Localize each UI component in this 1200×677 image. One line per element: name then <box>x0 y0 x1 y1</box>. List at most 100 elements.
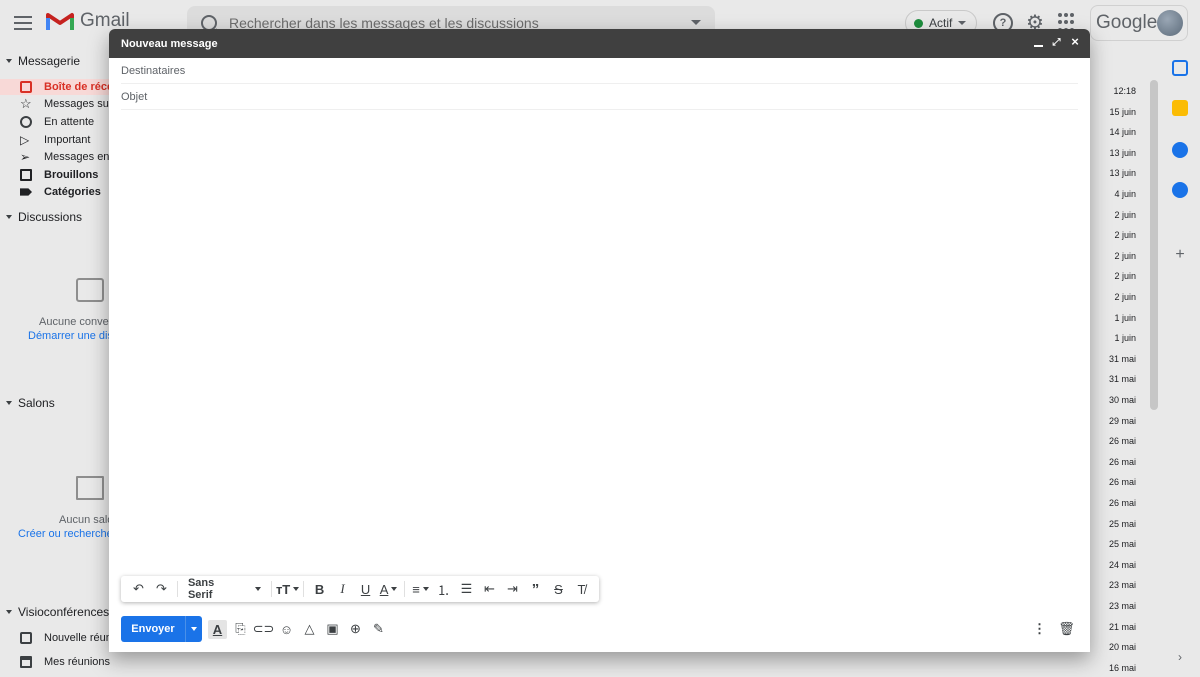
message-date: 2 juin <box>1114 230 1136 241</box>
nav-item-starred[interactable]: ☆ Messages sui <box>20 96 112 111</box>
message-date: 25 mai <box>1108 539 1136 550</box>
keep-app-icon[interactable] <box>1172 100 1188 116</box>
message-date: 21 mai <box>1108 621 1136 632</box>
send-options-button[interactable] <box>185 616 202 642</box>
indent-more-icon[interactable]: ⇥ <box>501 576 524 602</box>
section-rooms[interactable]: Salons <box>0 396 55 410</box>
italic-icon[interactable]: I <box>331 576 354 602</box>
section-mail[interactable]: Messagerie <box>0 54 80 68</box>
minimize-icon[interactable] <box>1034 38 1043 47</box>
calendar-app-icon[interactable] <box>1172 60 1188 76</box>
video-icon <box>20 632 32 644</box>
status-label: Actif <box>929 16 953 30</box>
start-chat-link[interactable]: Démarrer une dis <box>28 330 113 342</box>
section-meet[interactable]: Visioconférences <box>0 605 109 619</box>
text-color-icon[interactable]: A <box>377 576 400 602</box>
more-options-icon[interactable]: ⋮ <box>1030 619 1049 638</box>
chevron-right-icon[interactable]: › <box>1172 650 1188 666</box>
message-date: 26 mai <box>1108 456 1136 467</box>
message-date: 31 mai <box>1108 353 1136 364</box>
message-body[interactable] <box>121 113 1078 573</box>
message-date: 26 mai <box>1108 498 1136 508</box>
account-box[interactable]: Google <box>1090 5 1188 41</box>
align-icon[interactable]: ≡ <box>409 576 432 602</box>
star-icon: ☆ <box>20 96 32 111</box>
nav-item-new-meeting[interactable]: Nouvelle réuni <box>20 632 114 644</box>
chevron-down-icon <box>958 21 967 25</box>
rooms-empty-text: Aucun salo <box>59 514 114 526</box>
nav-item-categories[interactable]: Catégories <box>20 186 101 198</box>
search-options-icon[interactable] <box>691 20 701 25</box>
message-date: 1 juin <box>1114 312 1136 323</box>
confidential-mode-icon[interactable]: ⊕ <box>346 620 365 639</box>
formatting-options-icon[interactable]: A <box>208 619 227 639</box>
link-icon[interactable]: ⊂⊃ <box>253 620 275 639</box>
nav-item-label: En attente <box>44 116 95 128</box>
recipients-field[interactable]: Destinataires <box>121 58 1078 84</box>
trash-icon[interactable]: 🗑 <box>1057 619 1076 638</box>
undo-icon[interactable]: ↶ <box>127 576 150 602</box>
compose-window: Nouveau message ⤢ × Destinataires Objet … <box>109 29 1090 652</box>
recipients-input[interactable]: Destinataires <box>121 65 185 77</box>
tasks-app-icon[interactable] <box>1172 142 1188 158</box>
nav-item-sent[interactable]: ➢ Messages en <box>20 151 109 163</box>
scrollbar[interactable] <box>1150 80 1158 410</box>
bulleted-list-icon[interactable]: ☰ <box>455 576 478 602</box>
divider <box>404 581 405 597</box>
expand-icon[interactable]: ⤢ <box>1052 37 1061 47</box>
quote-icon[interactable]: ” <box>524 576 547 602</box>
create-room-link[interactable]: Créer ou recherche <box>18 528 113 540</box>
message-date: 2 juin <box>1114 271 1136 282</box>
indent-less-icon[interactable]: ⇤ <box>478 576 501 602</box>
bold-icon[interactable]: B <box>308 576 331 602</box>
subject-field[interactable]: Objet <box>121 84 1078 110</box>
signature-icon[interactable]: ✎ <box>369 620 388 639</box>
compose-title: Nouveau message <box>121 37 218 50</box>
nav-item-drafts[interactable]: Brouillons <box>20 169 98 181</box>
send-button[interactable]: Envoyer <box>121 616 185 642</box>
label-icon <box>20 188 32 196</box>
close-icon[interactable]: × <box>1070 35 1080 48</box>
message-date: 13 juin <box>1109 168 1136 179</box>
section-chat[interactable]: Discussions <box>0 210 82 224</box>
attach-icon[interactable]: ⎘ <box>231 620 250 639</box>
nav-item-label: Messages sui <box>44 98 112 110</box>
contacts-app-icon[interactable] <box>1172 182 1188 198</box>
underline-icon[interactable]: U <box>354 576 377 602</box>
main-menu-icon[interactable] <box>14 11 38 35</box>
nav-item-inbox[interactable]: Boîte de récep <box>20 81 120 93</box>
message-date: 2 juin <box>1114 292 1136 302</box>
chat-bubble-icon <box>76 278 104 302</box>
message-date: 23 mai <box>1108 580 1136 591</box>
message-date: 13 juin <box>1109 147 1136 158</box>
drive-icon[interactable]: △ <box>300 620 319 639</box>
subject-input[interactable]: Objet <box>121 91 147 103</box>
nav-item-label: Nouvelle réuni <box>44 632 115 644</box>
rooms-icon <box>76 476 104 500</box>
avatar[interactable] <box>1157 10 1183 36</box>
message-date: 26 mai <box>1108 477 1136 488</box>
clear-formatting-icon[interactable]: T̸ <box>570 576 593 602</box>
numbered-list-icon[interactable]: ⒈ <box>432 576 455 602</box>
add-icon[interactable]: + <box>1172 247 1188 264</box>
redo-icon[interactable]: ↷ <box>150 576 173 602</box>
inbox-icon <box>20 81 32 93</box>
compose-header[interactable]: Nouveau message ⤢ × <box>109 29 1090 58</box>
message-date: 4 juin <box>1114 189 1136 199</box>
message-date: 26 mai <box>1108 436 1136 447</box>
strikethrough-icon[interactable]: S <box>547 576 570 602</box>
emoji-icon[interactable]: ☺ <box>277 620 296 639</box>
message-date: 2 juin <box>1114 209 1136 220</box>
text-size-icon[interactable]: тT <box>276 576 300 602</box>
important-icon: ▷ <box>20 133 30 147</box>
font-select[interactable]: Sans Serif <box>182 576 267 602</box>
section-mail-label: Messagerie <box>18 54 81 68</box>
photo-icon[interactable]: ▣ <box>323 620 342 639</box>
nav-item-important[interactable]: ▷ Important <box>20 134 90 146</box>
nav-item-snoozed[interactable]: En attente <box>20 116 94 128</box>
compose-action-icons: A ⎘ ⊂⊃ ☺ △ ▣ ⊕ ✎ <box>208 619 388 639</box>
message-date: 31 mai <box>1108 374 1136 385</box>
nav-item-my-meetings[interactable]: Mes réunions <box>20 656 110 668</box>
section-meet-label: Visioconférences <box>18 605 110 619</box>
compose-actions: Envoyer A ⎘ ⊂⊃ ☺ △ ▣ ⊕ ✎ ⋮ 🗑 <box>121 616 1078 642</box>
